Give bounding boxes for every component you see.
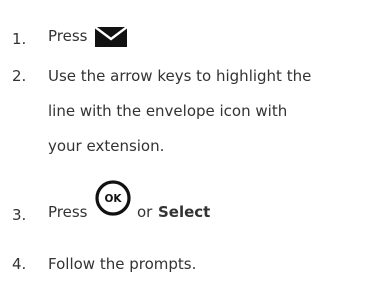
- step-text-line-2: line with the envelope icon with: [48, 102, 288, 120]
- step-text: Follow the prompts.: [48, 255, 197, 273]
- step-text: Press: [48, 27, 88, 45]
- envelope-icon: [94, 26, 128, 47]
- ok-button-icon: OK: [93, 178, 133, 218]
- step-text: Press: [48, 203, 88, 221]
- ok-icon-label: OK: [104, 193, 122, 205]
- list-item-step-2: 2. Use the arrow keys to highlight the l…: [0, 60, 368, 190]
- step-number: 1.: [12, 30, 27, 48]
- instruction-list: 1. Press 2. Use the arrow keys to highli…: [0, 0, 368, 290]
- list-item-step-3: 3. Press OK or Select: [0, 176, 368, 236]
- step-number: 3.: [12, 206, 27, 224]
- step-number: 4.: [12, 255, 27, 273]
- select-key-label: Select: [158, 203, 211, 221]
- step-connector: or: [137, 203, 153, 221]
- step-text-line-1: Use the arrow keys to highlight the: [48, 67, 312, 85]
- step-number: 2.: [12, 67, 27, 85]
- step-text-line-3: your extension.: [48, 137, 165, 155]
- list-item-step-1: 1. Press: [0, 0, 368, 50]
- list-item-step-4: 4. Follow the prompts.: [0, 246, 368, 286]
